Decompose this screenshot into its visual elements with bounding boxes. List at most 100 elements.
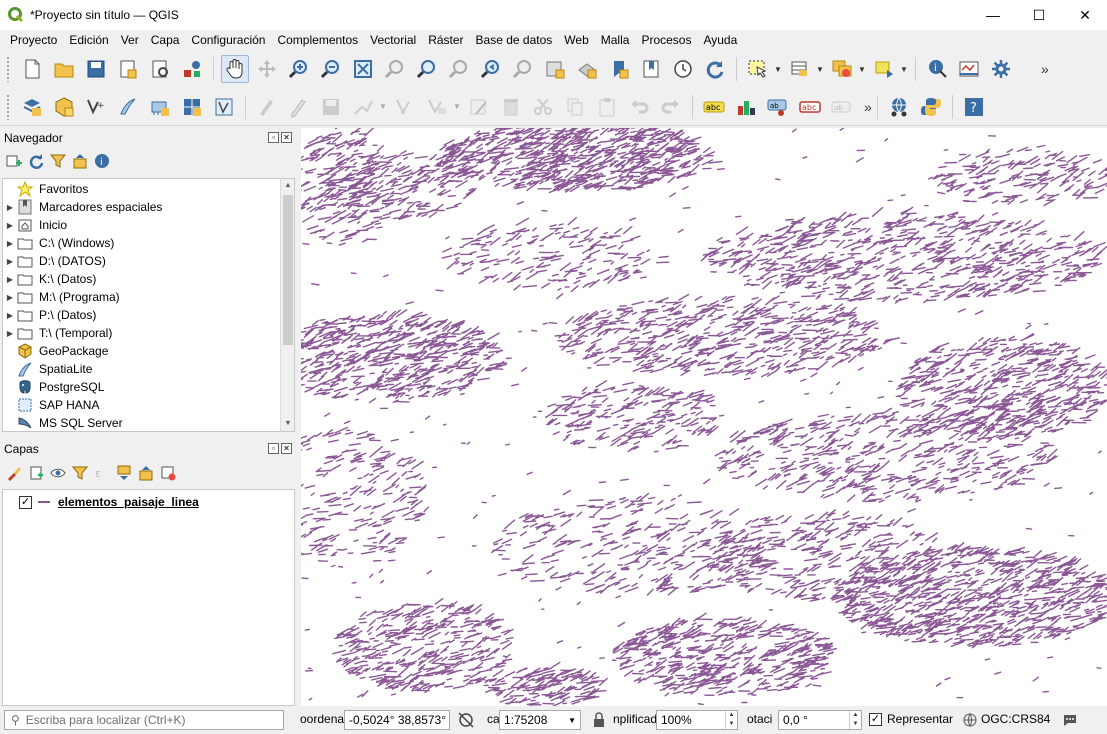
help-button[interactable]: ? xyxy=(960,93,988,121)
select-features-button[interactable] xyxy=(744,55,772,83)
pan-map-button[interactable] xyxy=(221,55,249,83)
menu-proyecto[interactable]: Proyecto xyxy=(4,33,63,47)
new-spatial-bookmark-button[interactable] xyxy=(605,55,633,83)
select-by-location-button[interactable] xyxy=(870,55,898,83)
menu-edicion[interactable]: Edición xyxy=(63,33,114,47)
render-checkbox[interactable]: ✓ xyxy=(869,713,882,726)
zoom-out-button[interactable] xyxy=(317,55,345,83)
layer-diagram-button[interactable] xyxy=(732,93,760,121)
close-panel-icon[interactable]: ✕ xyxy=(281,443,292,454)
menu-malla[interactable]: Malla xyxy=(595,33,636,47)
toolbar-grip[interactable] xyxy=(6,93,10,120)
spinner-arrows-icon[interactable]: ▲ ▼ xyxy=(849,711,861,729)
scrollbar-thumb[interactable] xyxy=(283,195,293,345)
edit-attribute-button[interactable] xyxy=(465,93,493,121)
zoom-next-button[interactable] xyxy=(509,55,537,83)
new-virtual-layer-button[interactable] xyxy=(146,93,174,121)
browser-item-drive-m[interactable]: ▶ M:\ (Programa) xyxy=(3,288,294,306)
menu-complementos[interactable]: Complementos xyxy=(271,33,364,47)
new-temporary-layer-button[interactable] xyxy=(210,93,238,121)
current-edits-button[interactable] xyxy=(253,93,281,121)
close-button[interactable]: ✕ xyxy=(1062,0,1107,30)
expand-arrow-icon[interactable]: ▶ xyxy=(3,329,17,338)
filter-icon[interactable] xyxy=(50,153,66,169)
vertex-tool-button[interactable] xyxy=(391,93,419,121)
browser-item-drive-t[interactable]: ▶ T:\ (Temporal) xyxy=(3,324,294,342)
copy-features-button[interactable] xyxy=(561,93,589,121)
style-manager-button[interactable] xyxy=(178,55,206,83)
zoom-full-button[interactable] xyxy=(349,55,377,83)
menu-ver[interactable]: Ver xyxy=(115,33,145,47)
open-project-button[interactable] xyxy=(50,55,78,83)
cut-features-button[interactable] xyxy=(529,93,557,121)
expand-arrow-icon[interactable]: ▶ xyxy=(3,203,17,212)
minimize-button[interactable]: — xyxy=(970,0,1016,30)
measure-button[interactable] xyxy=(955,55,983,83)
menu-raster[interactable]: Ráster xyxy=(422,33,469,47)
eye-icon[interactable] xyxy=(50,465,66,481)
browser-item-geopackage[interactable]: GeoPackage xyxy=(3,342,294,360)
new-print-layout-button[interactable] xyxy=(114,55,142,83)
expand-arrow-icon[interactable]: ▶ xyxy=(3,275,17,284)
zoom-to-selection-button[interactable] xyxy=(381,55,409,83)
menu-web[interactable]: Web xyxy=(558,33,594,47)
remove-layer-icon[interactable] xyxy=(160,465,176,481)
digitize-line-button[interactable] xyxy=(349,93,377,121)
expand-arrow-icon[interactable]: ▶ xyxy=(3,221,17,230)
zoom-last-button[interactable] xyxy=(477,55,505,83)
crs-label[interactable]: OGC:CRS84 xyxy=(981,712,1050,726)
toolbar-overflow-button[interactable]: » xyxy=(864,99,872,115)
highlight-labels-button[interactable]: abc xyxy=(796,93,824,121)
new-project-button[interactable] xyxy=(18,55,46,83)
chevron-down-icon[interactable]: ▼ xyxy=(774,65,782,74)
pan-to-selection-button[interactable] xyxy=(253,55,281,83)
add-selected-layers-icon[interactable] xyxy=(6,153,22,169)
plugins-network-button[interactable] xyxy=(885,93,913,121)
style-paint-icon[interactable] xyxy=(6,465,22,481)
new-mesh-layer-button[interactable] xyxy=(178,93,206,121)
messages-icon[interactable] xyxy=(1062,712,1078,728)
new-3d-view-button[interactable] xyxy=(573,55,601,83)
new-map-view-button[interactable] xyxy=(541,55,569,83)
scroll-down-icon[interactable]: ▼ xyxy=(281,417,295,431)
scale-combo[interactable]: 1:75208 ▼ xyxy=(499,710,581,730)
show-bookmarks-button[interactable] xyxy=(637,55,665,83)
filter-icon[interactable] xyxy=(72,465,88,481)
redo-button[interactable] xyxy=(657,93,685,121)
magnifier-spinbox[interactable]: 100% ▲ ▼ xyxy=(656,710,738,730)
locator-search[interactable]: ⚲ Escriba para localizar (Ctrl+K) xyxy=(4,710,284,730)
scroll-up-icon[interactable]: ▲ xyxy=(281,179,295,193)
float-panel-icon[interactable]: ▫ xyxy=(268,132,279,143)
expand-arrow-icon[interactable]: ▶ xyxy=(3,257,17,266)
expand-arrow-icon[interactable]: ▶ xyxy=(3,239,17,248)
browser-item-drive-c[interactable]: ▶ C:\ (Windows) xyxy=(3,234,294,252)
menu-procesos[interactable]: Procesos xyxy=(635,33,697,47)
refresh-button[interactable] xyxy=(701,55,729,83)
browser-item-spatialite[interactable]: SpatiaLite xyxy=(3,360,294,378)
layer-row[interactable]: ✓ elementos_paisaje_linea xyxy=(9,493,199,511)
pin-labels-button[interactable]: ab xyxy=(764,93,792,121)
zoom-in-button[interactable] xyxy=(285,55,313,83)
new-spatialite-layer-button[interactable] xyxy=(114,93,142,121)
refresh-icon[interactable] xyxy=(28,153,44,169)
expand-arrow-icon[interactable]: ▶ xyxy=(3,293,17,302)
paste-features-button[interactable] xyxy=(593,93,621,121)
new-geopackage-layer-button[interactable] xyxy=(50,93,78,121)
layer-visibility-checkbox[interactable]: ✓ xyxy=(19,495,32,509)
map-canvas[interactable] xyxy=(301,128,1107,706)
chevron-down-icon[interactable]: ▼ xyxy=(453,102,461,111)
close-panel-icon[interactable]: ✕ xyxy=(281,132,292,143)
chevron-down-icon[interactable]: ▼ xyxy=(900,65,908,74)
modify-attributes-button[interactable] xyxy=(423,93,451,121)
collapse-all-icon[interactable] xyxy=(138,465,154,481)
add-group-icon[interactable] xyxy=(28,465,44,481)
temporal-controller-button[interactable] xyxy=(669,55,697,83)
browser-item-mssql[interactable]: MS SQL Server xyxy=(3,414,294,432)
zoom-native-button[interactable] xyxy=(445,55,473,83)
lock-icon[interactable] xyxy=(592,712,606,728)
data-source-manager-button[interactable] xyxy=(18,93,46,121)
maximize-button[interactable]: ☐ xyxy=(1016,0,1062,30)
delete-selected-button[interactable] xyxy=(497,93,525,121)
attribute-table-button[interactable] xyxy=(786,55,814,83)
spinner-arrows-icon[interactable]: ▲ ▼ xyxy=(725,711,737,729)
